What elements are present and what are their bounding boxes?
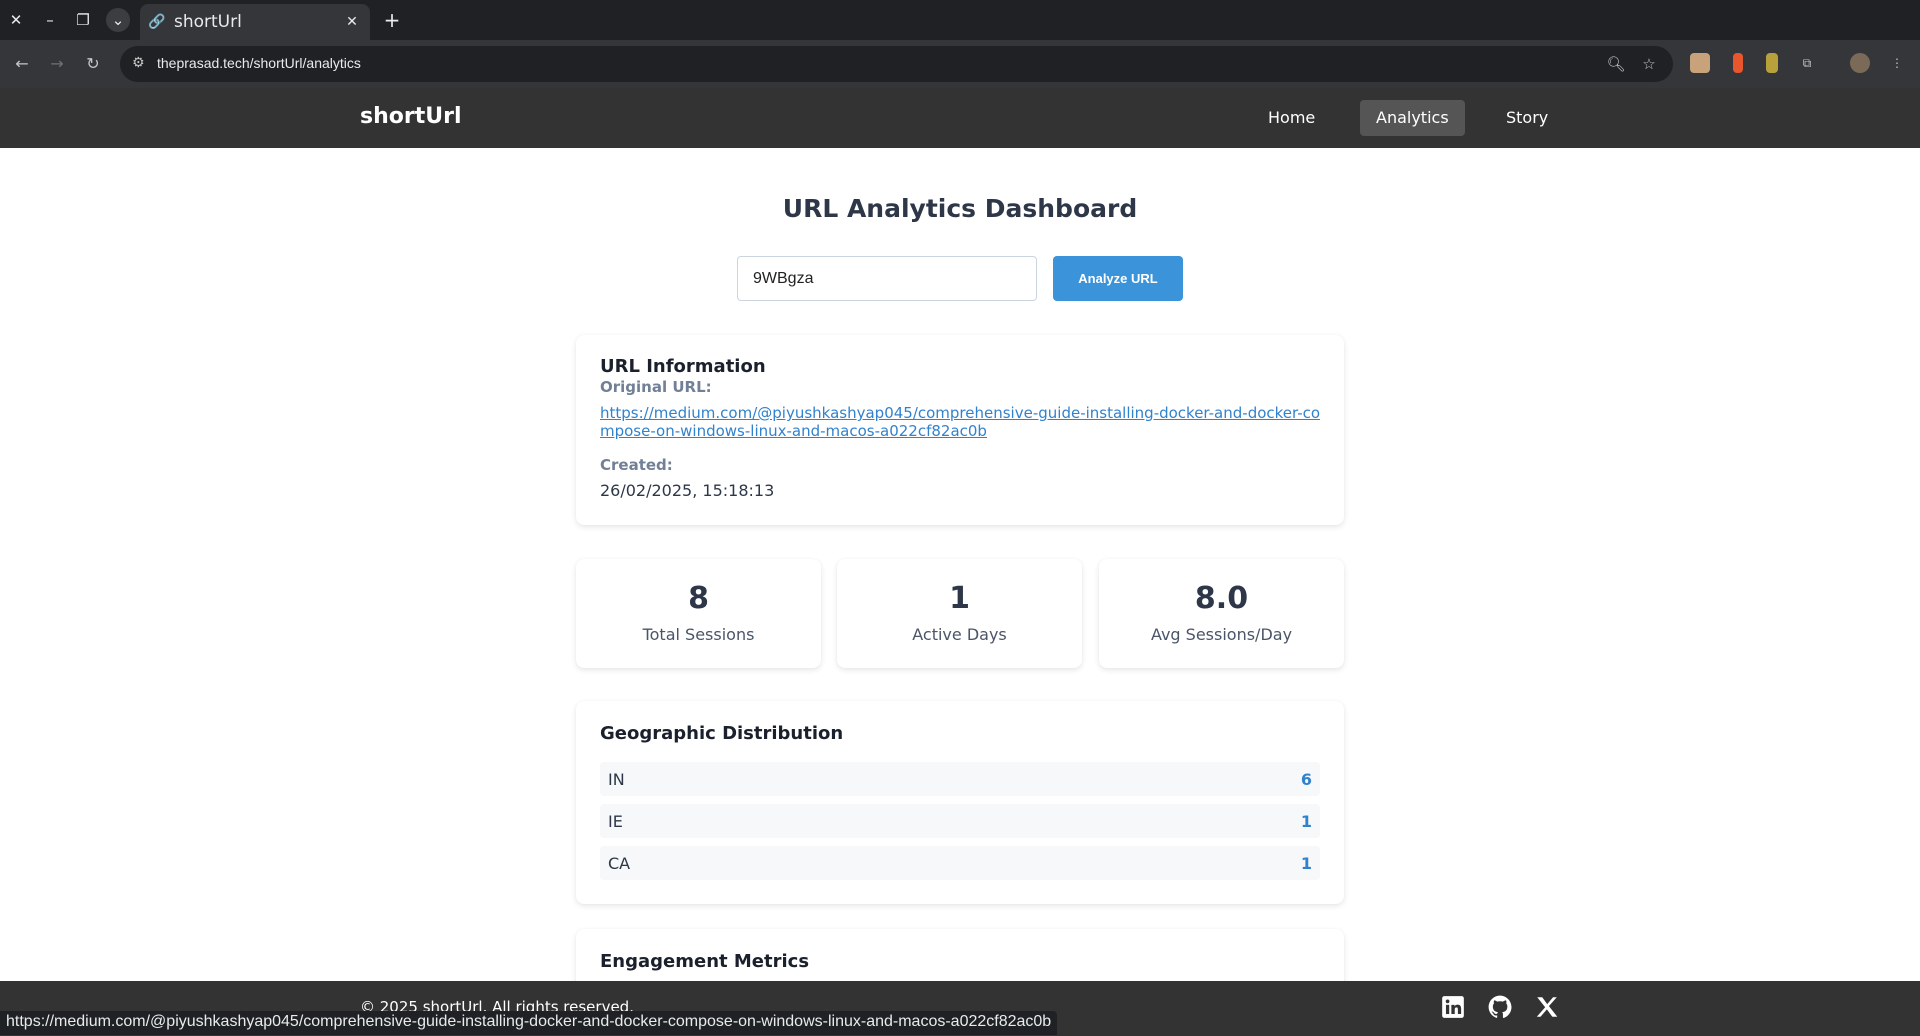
stat-card-total-sessions: 8 Total Sessions xyxy=(576,559,821,668)
geo-row: IN 6 xyxy=(600,762,1320,796)
link-hover-status: https://medium.com/@piyushkashyap045/com… xyxy=(0,1011,1058,1035)
minimize-icon[interactable]: – xyxy=(38,8,62,32)
page-title: URL Analytics Dashboard xyxy=(782,194,1138,223)
tab-search-icon[interactable]: ⌄ xyxy=(106,8,130,32)
menu-icon[interactable]: ⋮ xyxy=(1887,53,1907,73)
original-url-label: Original URL: xyxy=(600,378,712,396)
extensions-icon[interactable]: ⧉ xyxy=(1797,53,1817,73)
address-bar[interactable]: ⚙ theprasad.tech/shortUrl/analytics 🔍︎ ☆ xyxy=(120,46,1673,82)
geographic-distribution-card: Geographic Distribution IN 6 IE 1 CA 1 xyxy=(576,701,1344,904)
browser-tabbar: ✕ – ❐ ⌄ 🔗 shortUrl ✕ + xyxy=(0,0,1920,40)
forward-icon[interactable]: → xyxy=(45,52,69,76)
stat-label: Total Sessions xyxy=(642,625,755,644)
geo-row: CA 1 xyxy=(600,846,1320,880)
nav-story[interactable]: Story xyxy=(1490,100,1564,136)
reload-icon[interactable]: ↻ xyxy=(81,52,105,76)
stat-label: Active Days xyxy=(912,625,1007,644)
close-window-icon[interactable]: ✕ xyxy=(4,8,28,32)
stat-value: 8 xyxy=(688,581,709,616)
linkedin-icon[interactable] xyxy=(1440,994,1468,1022)
geo-country: IN xyxy=(608,770,625,789)
browser-toolbar: ← → ↻ ⚙ theprasad.tech/shortUrl/analytic… xyxy=(0,40,1920,88)
brand-logo[interactable]: shortUrl xyxy=(360,104,462,129)
geo-count: 6 xyxy=(1300,770,1312,789)
geo-row: IE 1 xyxy=(600,804,1320,838)
tab-title: shortUrl xyxy=(174,12,242,32)
analyze-url-button[interactable]: Analyze URL xyxy=(1053,256,1183,301)
app-header: shortUrl Home Analytics Story xyxy=(0,88,1920,148)
card-heading: Geographic Distribution xyxy=(600,723,844,744)
stat-card-active-days: 1 Active Days xyxy=(837,559,1082,668)
restore-icon[interactable]: ❐ xyxy=(71,8,95,32)
nav-analytics[interactable]: Analytics xyxy=(1360,100,1465,136)
back-icon[interactable]: ← xyxy=(10,52,34,76)
zoom-icon[interactable]: 🔍︎ xyxy=(1606,54,1626,74)
extension-icon[interactable] xyxy=(1690,53,1710,73)
original-url-link[interactable]: https://medium.com/@piyushkashyap045/com… xyxy=(600,404,1322,440)
tab-close-icon[interactable]: ✕ xyxy=(342,12,362,32)
nav-home[interactable]: Home xyxy=(1252,100,1331,136)
stat-value: 8.0 xyxy=(1194,581,1249,616)
x-icon[interactable] xyxy=(1534,994,1562,1022)
geo-country: IE xyxy=(608,812,623,831)
address-url[interactable]: theprasad.tech/shortUrl/analytics xyxy=(157,55,361,71)
url-information-card: URL Information Original URL: https://me… xyxy=(576,335,1344,525)
stat-card-avg-sessions: 8.0 Avg Sessions/Day xyxy=(1099,559,1344,668)
card-heading: Engagement Metrics xyxy=(600,951,810,972)
card-heading: URL Information xyxy=(600,356,766,377)
bookmark-star-icon[interactable]: ☆ xyxy=(1639,54,1659,74)
profile-icon[interactable] xyxy=(1850,53,1870,73)
extension-icon[interactable] xyxy=(1733,53,1743,73)
created-value: 26/02/2025, 15:18:13 xyxy=(600,481,775,500)
stat-value: 1 xyxy=(949,581,970,616)
new-tab-icon[interactable]: + xyxy=(380,8,404,32)
stat-label: Avg Sessions/Day xyxy=(1150,625,1293,644)
link-icon: 🔗 xyxy=(148,14,166,30)
geo-count: 1 xyxy=(1300,854,1312,873)
browser-tab[interactable]: 🔗 shortUrl ✕ xyxy=(140,4,370,40)
geo-count: 1 xyxy=(1300,812,1312,831)
geo-country: CA xyxy=(608,854,631,873)
site-info-icon[interactable]: ⚙ xyxy=(132,55,145,71)
extension-icon[interactable] xyxy=(1766,53,1778,73)
github-icon[interactable] xyxy=(1487,994,1515,1022)
created-label: Created: xyxy=(600,456,673,474)
short-code-input[interactable] xyxy=(737,256,1037,301)
